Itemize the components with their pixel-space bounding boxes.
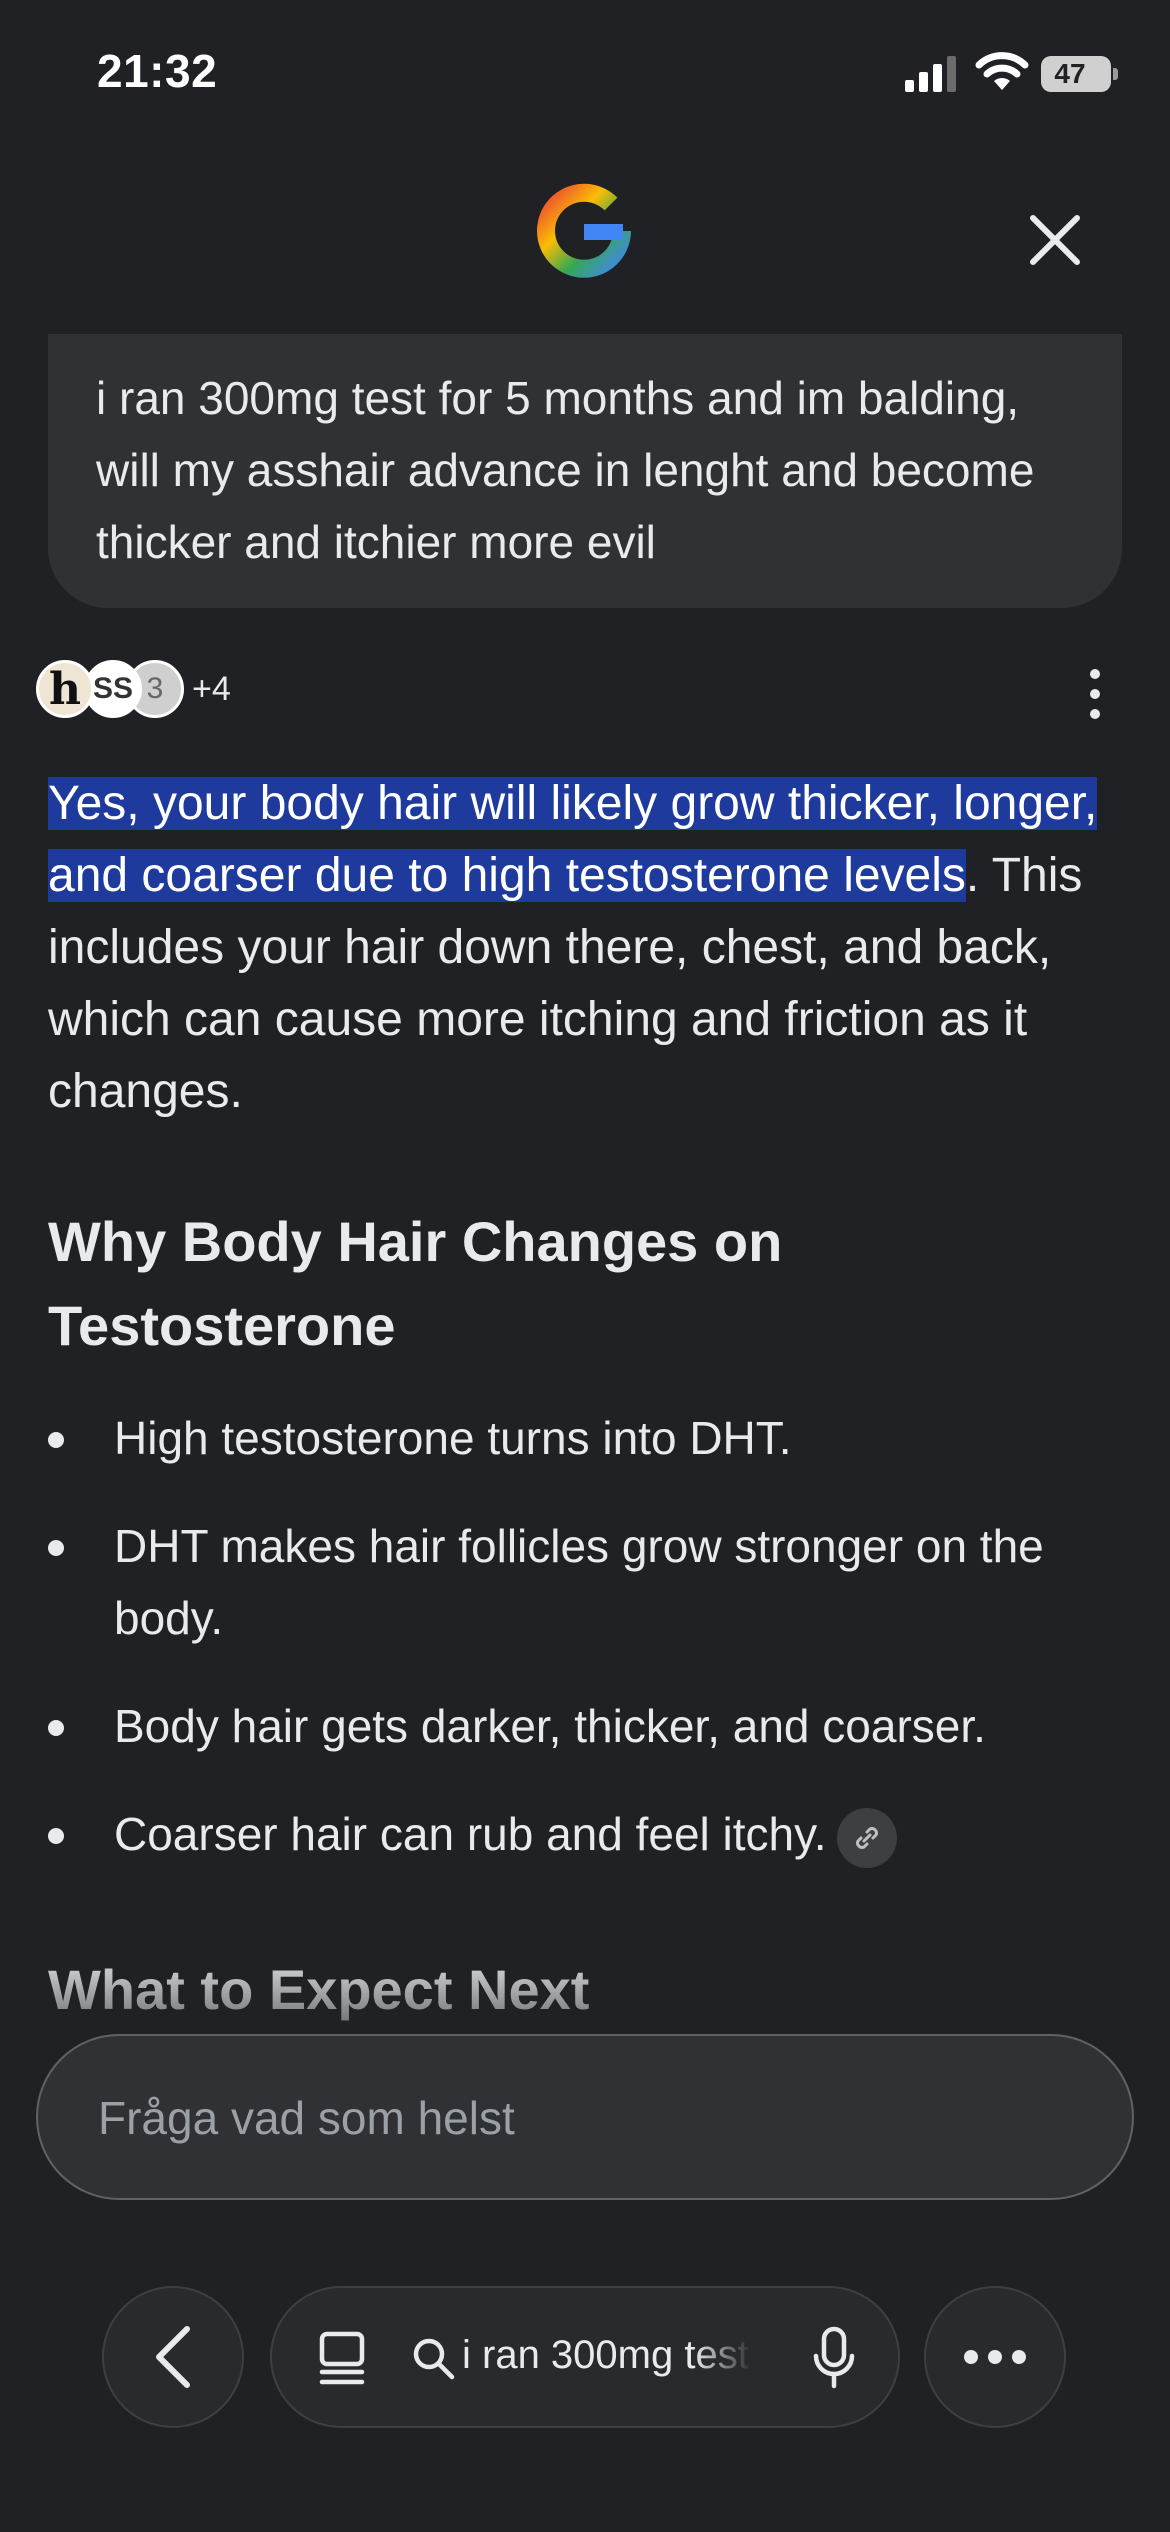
list-item: DHT makes hair follicles grow stronger o… bbox=[48, 1510, 1128, 1654]
address-bar-text[interactable]: i ran 300mg test bbox=[462, 2333, 752, 2378]
answer-paragraph: Yes, your body hair will likely grow thi… bbox=[48, 768, 1128, 1128]
source-icon-h[interactable]: h bbox=[36, 660, 94, 718]
next-section-title: What to Expect Next bbox=[48, 1948, 589, 2032]
list-item-text: High testosterone turns into DHT. bbox=[114, 1412, 792, 1464]
close-button[interactable] bbox=[1020, 205, 1090, 275]
ask-input[interactable] bbox=[96, 2036, 1060, 2200]
tabs-icon[interactable] bbox=[318, 2330, 366, 2386]
list-item-text: DHT makes hair follicles grow stronger o… bbox=[114, 1520, 1044, 1644]
query-bubble: i ran 300mg test for 5 months and im bal… bbox=[48, 334, 1122, 608]
query-text: i ran 300mg test for 5 months and im bal… bbox=[96, 372, 1035, 568]
more-sources-count[interactable]: +4 bbox=[192, 670, 231, 709]
back-button[interactable] bbox=[102, 2286, 244, 2428]
battery-indicator: 47 bbox=[1041, 56, 1118, 92]
google-logo-icon bbox=[537, 183, 631, 278]
battery-level: 47 bbox=[1054, 58, 1086, 89]
kebab-menu-icon[interactable] bbox=[1080, 666, 1110, 722]
cellular-signal-icon bbox=[905, 56, 956, 92]
more-icon bbox=[964, 2350, 1026, 2364]
ask-box[interactable] bbox=[36, 2034, 1134, 2200]
status-time: 21:32 bbox=[97, 45, 218, 97]
answer-highlighted-text: Yes, your body hair will likely grow thi… bbox=[48, 777, 1098, 902]
address-bar[interactable]: i ran 300mg test bbox=[270, 2286, 900, 2428]
wifi-icon bbox=[975, 52, 1029, 90]
microphone-icon[interactable] bbox=[812, 2326, 856, 2390]
back-chevron-icon bbox=[156, 2326, 190, 2388]
source-link-button[interactable] bbox=[836, 1807, 897, 1868]
list-item-text: Body hair gets darker, thicker, and coar… bbox=[114, 1700, 986, 1752]
list-item: High testosterone turns into DHT. bbox=[48, 1402, 1128, 1474]
section-title: Why Body Hair Changes on Testosterone bbox=[48, 1210, 783, 1357]
search-icon bbox=[413, 2338, 455, 2380]
list-item: Body hair gets darker, thicker, and coar… bbox=[48, 1690, 1128, 1762]
more-button[interactable] bbox=[924, 2286, 1066, 2428]
list-item-text: Coarser hair can rub and feel itchy. bbox=[114, 1808, 827, 1860]
close-icon bbox=[1030, 215, 1080, 265]
link-icon bbox=[855, 1826, 878, 1849]
list-item: Coarser hair can rub and feel itchy. bbox=[48, 1798, 1128, 1870]
